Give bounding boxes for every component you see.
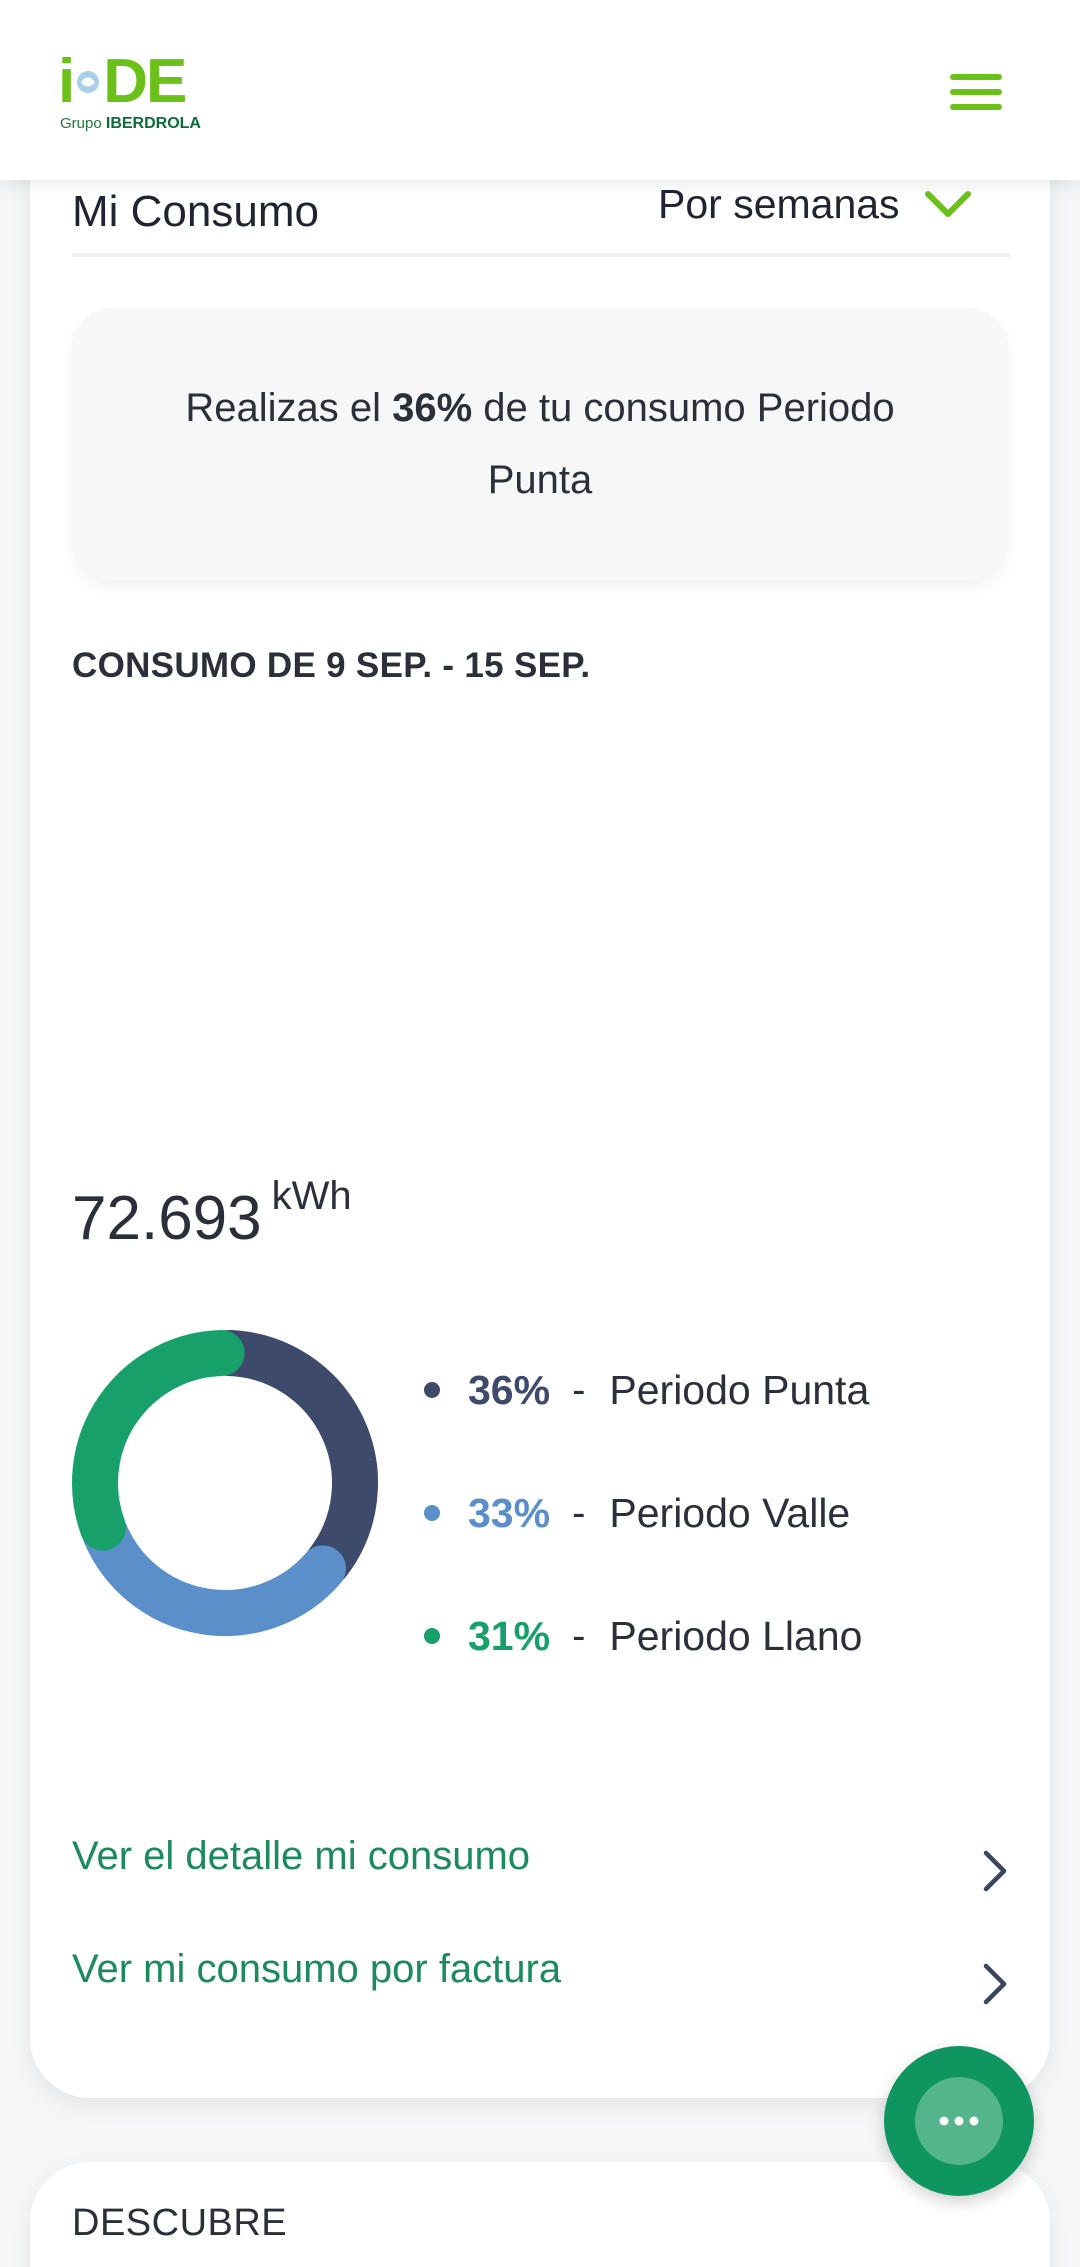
legend-item-valle: 33% - Periodo Valle: [424, 1483, 850, 1543]
chevron-right-icon: [983, 1850, 1007, 1892]
legend-item-punta: 36% - Periodo Punta: [424, 1360, 869, 1420]
period-dropdown-label: Por semanas: [658, 181, 900, 227]
logo-group-text: Grupo IBERDROLA: [60, 115, 201, 132]
insight-banner: Realizas el 36% de tu consumo Periodo Pu…: [72, 308, 1008, 580]
legend-percent: 33%: [468, 1489, 551, 1536]
chat-bubble-icon: [915, 2077, 1003, 2165]
legend-separator: -: [572, 1367, 586, 1412]
legend-label: Periodo Llano: [609, 1612, 863, 1659]
legend-item-llano: 31% - Periodo Llano: [424, 1606, 862, 1666]
link-detalle-consumo[interactable]: Ver el detalle mi consumo: [72, 1828, 1010, 1898]
link-consumo-factura[interactable]: Ver mi consumo por factura: [72, 1941, 1010, 2011]
link-label: Ver mi consumo por factura: [72, 1947, 562, 1991]
legend-dot: [424, 1505, 440, 1521]
legend-label: Periodo Valle: [609, 1489, 851, 1536]
link-label: Ver el detalle mi consumo: [72, 1834, 531, 1878]
hamburger-menu-icon[interactable]: [946, 70, 1006, 114]
ellipsis-icon: [939, 2116, 979, 2126]
total-unit: kWh: [271, 1174, 352, 1218]
legend-percent: 31%: [468, 1612, 551, 1659]
app-header: i DE Grupo IBERDROLA: [0, 0, 1080, 180]
legend-label: Periodo Punta: [609, 1366, 870, 1413]
chevron-down-icon: [924, 191, 971, 217]
legend-dot: [424, 1382, 440, 1398]
total-consumption: 72.693 kWh: [72, 1176, 352, 1259]
logo-wordmark: i DE: [58, 47, 187, 116]
donut-slice-periodo-llano: [72, 1330, 245, 1551]
ide-iberdrola-logo[interactable]: i DE Grupo IBERDROLA: [58, 47, 201, 136]
descubre-title: DESCUBRE: [72, 2202, 288, 2244]
total-value: 72.693: [72, 1184, 262, 1253]
insight-text: Realizas el 36% de tu consumo Periodo Pu…: [185, 386, 895, 502]
donut-slice-periodo-punta: [205, 1330, 378, 1587]
consumption-donut-chart: [72, 1330, 378, 1636]
section-title: Mi Consumo: [72, 187, 319, 236]
legend-dot: [424, 1628, 440, 1644]
logo-leaf-icon: [77, 71, 100, 93]
divider: [72, 253, 1010, 257]
chat-button[interactable]: [884, 2046, 1034, 2196]
donut-slice-periodo-valle: [82, 1511, 346, 1636]
date-range-title: CONSUMO DE 9 SEP. - 15 SEP.: [72, 646, 591, 685]
legend-separator: -: [572, 1613, 586, 1658]
period-dropdown[interactable]: Por semanas: [658, 176, 972, 232]
legend-separator: -: [572, 1490, 586, 1535]
chevron-right-icon: [983, 1963, 1007, 2005]
legend-percent: 36%: [468, 1366, 551, 1413]
